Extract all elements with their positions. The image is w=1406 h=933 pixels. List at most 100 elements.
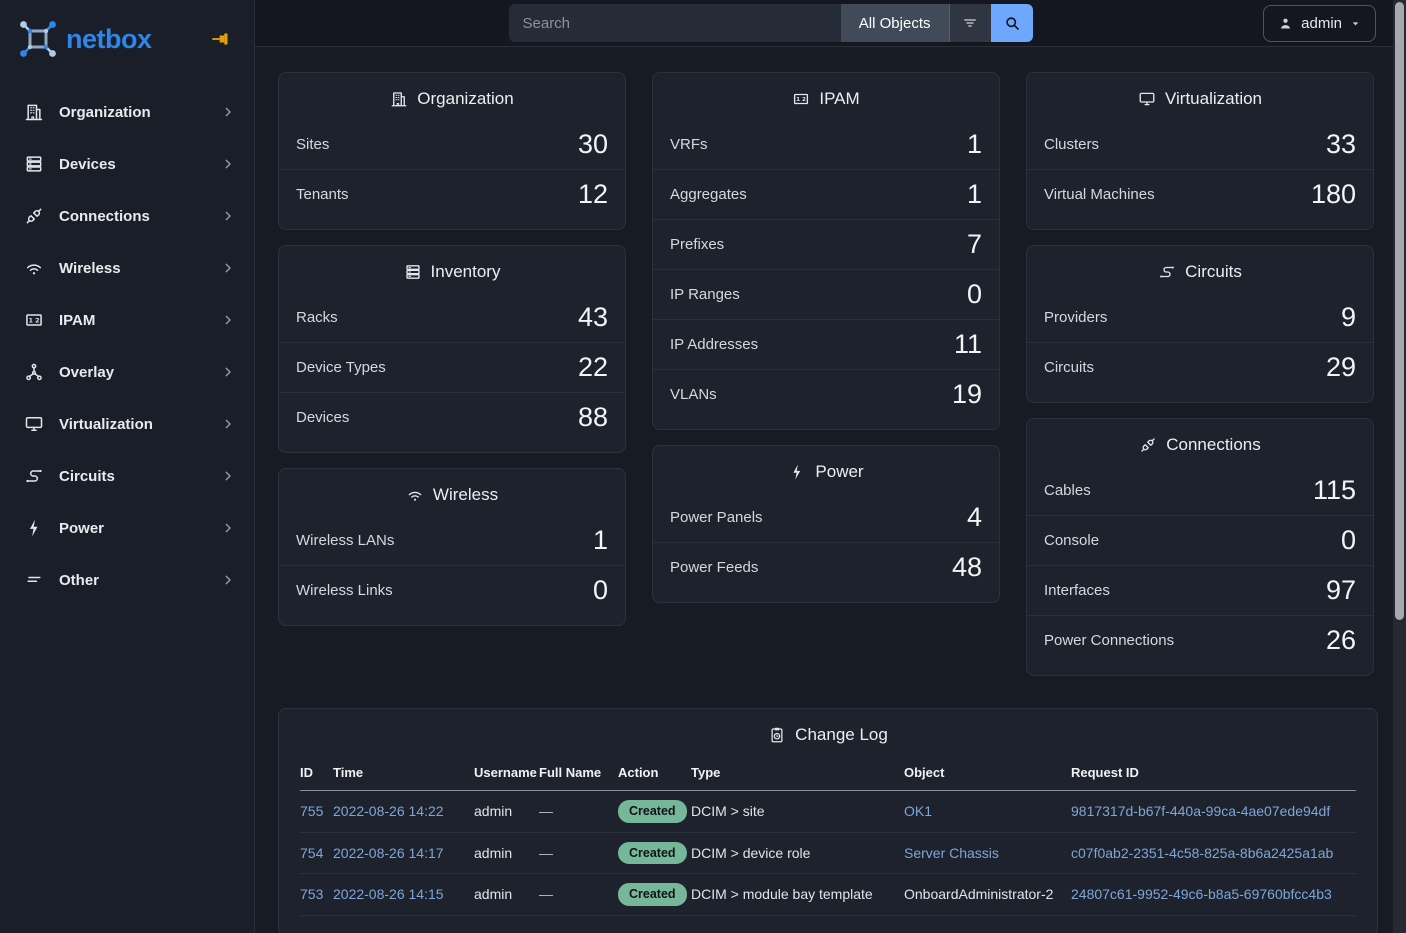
user-menu-label: admin xyxy=(1301,15,1342,32)
sidebar-item-label: Overlay xyxy=(59,364,205,381)
stat-value[interactable]: 4 xyxy=(967,501,982,533)
changelog-cell: — xyxy=(539,874,618,916)
changelog-cell: 9817317d-b67f-440a-99ca-4ae07ede94df xyxy=(1071,791,1356,833)
stat-value[interactable]: 1 xyxy=(967,128,982,160)
sidebar-item-label: Connections xyxy=(59,208,205,225)
sidebar-item-ipam[interactable]: 1 2IPAM xyxy=(0,294,254,346)
stat-row-interfaces: Interfaces97 xyxy=(1027,565,1373,615)
sidebar-item-other[interactable]: Other xyxy=(0,554,254,606)
global-search: All Objects xyxy=(509,4,1033,42)
col-header-time: Time xyxy=(333,757,474,791)
stat-value[interactable]: 0 xyxy=(967,278,982,310)
search-input[interactable] xyxy=(509,4,841,42)
changelog-cell: Created xyxy=(618,791,691,833)
changelog-title: Change Log xyxy=(795,725,888,745)
stat-label: Aggregates xyxy=(670,186,747,203)
stat-value[interactable]: 33 xyxy=(1326,128,1356,160)
stat-label: Power Panels xyxy=(670,509,763,526)
changelog-cell: admin xyxy=(474,874,539,916)
scrollbar-thumb[interactable] xyxy=(1395,2,1404,620)
change-object-link[interactable]: OK1 xyxy=(904,803,932,819)
stat-value[interactable]: 29 xyxy=(1326,351,1356,383)
main-area: All Objects xyxy=(255,0,1406,933)
monitor-icon xyxy=(24,414,44,434)
netbox-logo[interactable]: netbox xyxy=(18,19,152,59)
card-body: Cables115Console0Interfaces97Power Conne… xyxy=(1027,463,1373,675)
sidebar-item-overlay[interactable]: Overlay xyxy=(0,346,254,398)
dashboard: OrganizationSites30Tenants12InventoryRac… xyxy=(255,47,1406,933)
stat-label: VLANs xyxy=(670,386,717,403)
stat-value[interactable]: 48 xyxy=(952,551,982,583)
stat-value[interactable]: 11 xyxy=(954,328,982,360)
change-id-link[interactable]: 753 xyxy=(300,886,323,902)
col-header-request-id: Request ID xyxy=(1071,757,1356,791)
changelog-cell: — xyxy=(539,832,618,874)
change-time-link[interactable]: 2022-08-26 14:22 xyxy=(333,803,444,819)
change-id-link[interactable]: 754 xyxy=(300,845,323,861)
stat-value[interactable]: 30 xyxy=(578,128,608,160)
card-circuits: CircuitsProviders9Circuits29 xyxy=(1026,245,1374,403)
changelog-cell: DCIM > module bay template xyxy=(691,874,904,916)
overlay-icon xyxy=(24,362,44,382)
stat-row-clusters: Clusters33 xyxy=(1027,119,1373,169)
sidebar-item-connections[interactable]: Connections xyxy=(0,190,254,242)
stat-value[interactable]: 1 xyxy=(967,178,982,210)
lines-icon xyxy=(24,570,44,590)
stat-value[interactable]: 26 xyxy=(1326,624,1356,656)
changelog-table: IDTimeUsernameFull NameActionTypeObjectR… xyxy=(300,757,1356,916)
stat-value[interactable]: 19 xyxy=(952,378,982,410)
user-menu-button[interactable]: admin xyxy=(1263,5,1376,42)
clipboard-clock-icon xyxy=(768,726,786,744)
stat-row-ip-ranges: IP Ranges0 xyxy=(653,269,999,319)
change-id-link[interactable]: 755 xyxy=(300,803,323,819)
stat-row-prefixes: Prefixes7 xyxy=(653,219,999,269)
sidebar-item-virtualization[interactable]: Virtualization xyxy=(0,398,254,450)
stat-value[interactable]: 0 xyxy=(593,574,608,606)
card-title: Power xyxy=(653,446,999,490)
changelog-cell: OnboardAdministrator-2 xyxy=(904,874,1071,916)
stat-value[interactable]: 7 xyxy=(967,228,982,260)
stat-value[interactable]: 115 xyxy=(1313,474,1356,506)
change-time-link[interactable]: 2022-08-26 14:17 xyxy=(333,845,444,861)
sidebar-item-organization[interactable]: Organization xyxy=(0,86,254,138)
stat-label: Power Feeds xyxy=(670,559,758,576)
stat-value[interactable]: 180 xyxy=(1311,178,1356,210)
sidebar-item-power[interactable]: Power xyxy=(0,502,254,554)
ipam-icon: 1 2 xyxy=(24,310,44,330)
stat-value[interactable]: 9 xyxy=(1341,301,1356,333)
changelog-cell: admin xyxy=(474,791,539,833)
vertical-scrollbar xyxy=(1393,0,1406,933)
ipam-icon: 1 2 xyxy=(792,90,810,108)
stat-value[interactable]: 88 xyxy=(578,401,608,433)
route-icon xyxy=(24,466,44,486)
change-time-link[interactable]: 2022-08-26 14:15 xyxy=(333,886,444,902)
sidebar-item-wireless[interactable]: Wireless xyxy=(0,242,254,294)
changelog-table-wrap: IDTimeUsernameFull NameActionTypeObjectR… xyxy=(279,753,1377,933)
pin-sidebar-icon[interactable] xyxy=(210,28,232,50)
request-id-link[interactable]: c07f0ab2-2351-4c58-825a-8b6a2425a1ab xyxy=(1071,845,1333,861)
sidebar-item-label: Virtualization xyxy=(59,416,205,433)
stat-row-wireless-links: Wireless Links0 xyxy=(279,565,625,615)
stat-value[interactable]: 43 xyxy=(578,301,608,333)
search-filter-button[interactable] xyxy=(949,4,991,42)
stat-row-console: Console0 xyxy=(1027,515,1373,565)
stat-value[interactable]: 1 xyxy=(593,524,608,556)
stat-label: Devices xyxy=(296,409,349,426)
stat-value[interactable]: 97 xyxy=(1326,574,1356,606)
sidebar-item-circuits[interactable]: Circuits xyxy=(0,450,254,502)
stat-value[interactable]: 0 xyxy=(1341,524,1356,556)
changelog-cell: DCIM > device role xyxy=(691,832,904,874)
search-submit-button[interactable] xyxy=(991,4,1033,42)
change-object-link[interactable]: Server Chassis xyxy=(904,845,999,861)
stat-label: Wireless LANs xyxy=(296,532,394,549)
stat-card-columns: OrganizationSites30Tenants12InventoryRac… xyxy=(278,72,1383,676)
sidebar-item-devices[interactable]: Devices xyxy=(0,138,254,190)
stat-value[interactable]: 22 xyxy=(578,351,608,383)
card-title: Connections xyxy=(1027,419,1373,463)
search-scope-select[interactable]: All Objects xyxy=(841,4,949,42)
stat-value[interactable]: 12 xyxy=(578,178,608,210)
request-id-link[interactable]: 24807c61-9952-49c6-b8a5-69760bfcc4b3 xyxy=(1071,886,1332,902)
card-body: Sites30Tenants12 xyxy=(279,117,625,229)
request-id-link[interactable]: 9817317d-b67f-440a-99ca-4ae07ede94df xyxy=(1071,803,1330,819)
card-power: Power Power Panels 4 Power Feeds 48 xyxy=(652,445,1000,603)
